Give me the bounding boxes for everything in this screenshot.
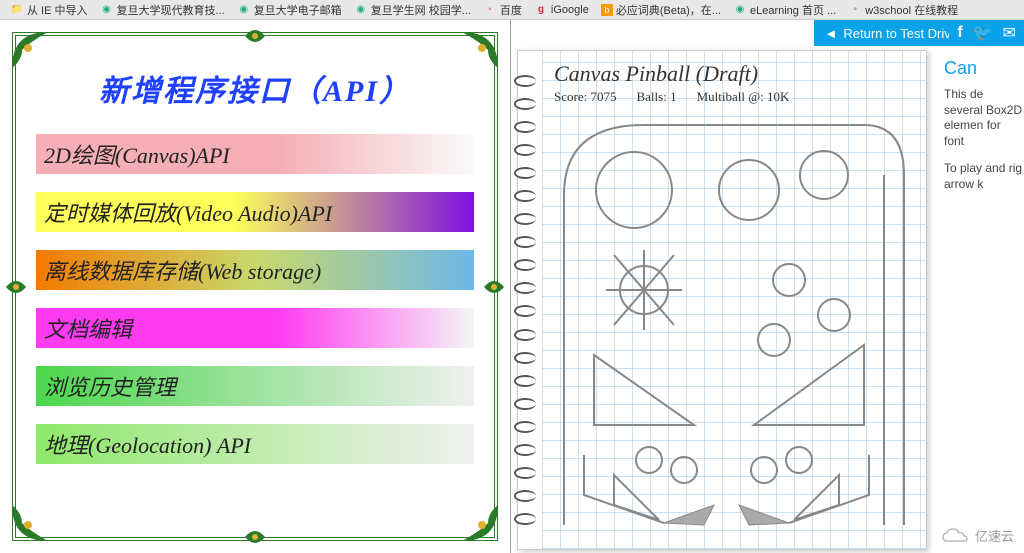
corner-ornament-icon xyxy=(460,503,500,543)
api-item: 定时媒体回放(Video Audio)API xyxy=(36,192,474,232)
side-ornament-icon xyxy=(2,273,30,301)
bookmark-label: 从 IE 中导入 xyxy=(27,2,88,18)
notebook-page: Canvas Pinball (Draft) Score: 7075 Balls… xyxy=(542,51,926,549)
side-ornament-icon xyxy=(241,22,269,50)
bookmark-label: iGoogle xyxy=(551,4,589,16)
side-ornament-icon xyxy=(241,523,269,551)
api-list: 2D绘图(Canvas)API 定时媒体回放(Video Audio)API 离… xyxy=(36,134,474,464)
site-icon: ◉ xyxy=(354,3,368,17)
right-pane: ◄ Return to Test Drive f 🐦 ✉ Canvas Pinb… xyxy=(510,20,1024,553)
left-pane: 新增程序接口（API） 2D绘图(Canvas)API 定时媒体回放(Video… xyxy=(0,20,510,553)
api-item: 浏览历史管理 xyxy=(36,366,474,406)
game-title: Canvas Pinball (Draft) xyxy=(554,61,914,87)
mail-icon[interactable]: ✉ xyxy=(1003,23,1016,43)
bookmark-label: 复旦大学现代教育技... xyxy=(117,2,225,18)
bookmark-item[interactable]: ◦w3school 在线教程 xyxy=(844,2,962,18)
facebook-icon[interactable]: f xyxy=(957,24,962,42)
watermark-text: 亿速云 xyxy=(975,526,1014,545)
balls-stat: Balls: 1 xyxy=(636,89,676,105)
bookmark-item[interactable]: b必应词典(Beta)，在... xyxy=(597,2,725,18)
corner-ornament-icon xyxy=(10,30,50,70)
site-icon: ◉ xyxy=(100,3,114,17)
bookmark-item[interactable]: ◉eLearning 首页 ... xyxy=(729,2,840,18)
description-text: This de several Box2D elemen for font xyxy=(944,87,1024,149)
return-label: Return to Test Drive xyxy=(843,26,958,41)
site-icon: ◦ xyxy=(483,3,497,17)
description-title: Can xyxy=(944,58,1024,79)
api-item: 离线数据库存储(Web storage) xyxy=(36,250,474,290)
corner-ornament-icon xyxy=(10,503,50,543)
site-icon: ◦ xyxy=(848,3,862,17)
side-ornament-icon xyxy=(480,273,508,301)
twitter-icon[interactable]: 🐦 xyxy=(973,23,993,43)
main-content: 新增程序接口（API） 2D绘图(Canvas)API 定时媒体回放(Video… xyxy=(0,20,1024,553)
google-icon: g xyxy=(534,3,548,17)
pinball-svg xyxy=(554,115,914,535)
bookmark-item[interactable]: giGoogle xyxy=(530,3,593,17)
folder-icon: 📁 xyxy=(10,3,24,17)
bookmark-item[interactable]: ◦百度 xyxy=(479,2,526,18)
bookmark-label: 必应词典(Beta)，在... xyxy=(616,2,721,18)
spiral-binding xyxy=(514,69,536,531)
site-icon: ◉ xyxy=(733,3,747,17)
notebook: Canvas Pinball (Draft) Score: 7075 Balls… xyxy=(517,50,927,550)
bookmark-label: w3school 在线教程 xyxy=(865,2,958,18)
bookmark-item[interactable]: ◉复旦学生网 校园学... xyxy=(350,2,475,18)
cloud-icon xyxy=(941,527,969,545)
bing-icon: b xyxy=(601,4,613,16)
pinball-playfield[interactable] xyxy=(554,115,914,535)
bookmark-bar: 📁从 IE 中导入 ◉复旦大学现代教育技... ◉复旦大学电子邮箱 ◉复旦学生网… xyxy=(0,0,1024,20)
ornate-frame: 新增程序接口（API） 2D绘图(Canvas)API 定时媒体回放(Video… xyxy=(12,32,498,541)
corner-ornament-icon xyxy=(460,30,500,70)
api-item: 文档编辑 xyxy=(36,308,474,348)
bookmark-label: 百度 xyxy=(500,2,522,18)
api-title: 新增程序接口（API） xyxy=(36,66,474,110)
back-arrow-icon: ◄ xyxy=(824,26,837,41)
api-item: 2D绘图(Canvas)API xyxy=(36,134,474,174)
watermark: 亿速云 xyxy=(941,526,1014,545)
bookmark-label: eLearning 首页 ... xyxy=(750,2,836,18)
description-text: To play and rig arrow k xyxy=(944,161,1024,192)
bookmark-item[interactable]: ◉复旦大学电子邮箱 xyxy=(233,2,346,18)
social-bar: f 🐦 ✉ xyxy=(949,20,1024,46)
score-stat: Score: 7075 xyxy=(554,89,616,105)
description-panel: Can This de several Box2D elemen for fon… xyxy=(936,50,1024,213)
bookmark-label: 复旦大学电子邮箱 xyxy=(254,2,342,18)
bookmark-label: 复旦学生网 校园学... xyxy=(371,2,471,18)
api-item: 地理(Geolocation) API xyxy=(36,424,474,464)
bookmark-item[interactable]: 📁从 IE 中导入 xyxy=(6,2,92,18)
game-stats: Score: 7075 Balls: 1 Multiball @: 10K xyxy=(554,89,914,105)
multiball-stat: Multiball @: 10K xyxy=(697,89,790,105)
bookmark-item[interactable]: ◉复旦大学现代教育技... xyxy=(96,2,229,18)
site-icon: ◉ xyxy=(237,3,251,17)
return-bar[interactable]: ◄ Return to Test Drive xyxy=(814,20,968,46)
